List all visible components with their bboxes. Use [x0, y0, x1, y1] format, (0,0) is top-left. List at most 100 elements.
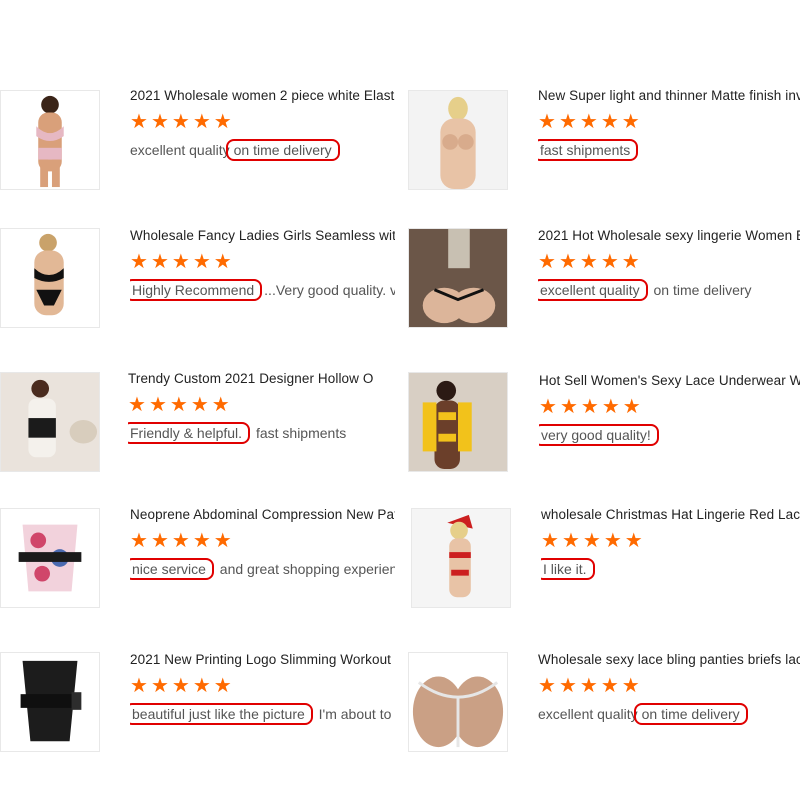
- star-rating: ★ ★ ★ ★ ★: [130, 676, 232, 696]
- star-icon: ★: [539, 396, 557, 418]
- review-info: 2021 Hot Wholesale sexy lingerie Women E…: [538, 228, 800, 328]
- star-icon: ★: [558, 111, 577, 133]
- review-card[interactable]: Hot Sell Women's Sexy Lace Underwear Wo ★…: [408, 372, 800, 482]
- review-suffix: ...Very good quality. very k: [264, 282, 395, 298]
- product-title[interactable]: 2021 Hot Wholesale sexy lingerie Women E: [538, 228, 800, 243]
- highlighted-review-phrase: on time delivery: [633, 703, 748, 725]
- review-info: Trendy Custom 2021 Designer Hollow O ★ ★ ★ ★…: [128, 372, 395, 471]
- highlighted-review-phrase: fast shipments: [538, 139, 639, 161]
- review-suffix: and great shopping experience: [215, 561, 395, 577]
- star-rating: ★ ★ ★ ★ ★: [538, 252, 640, 272]
- product-thumbnail-nude-adhesive-bra[interactable]: [408, 90, 508, 190]
- product-thumbnail-black-lace-lingerie[interactable]: [0, 228, 100, 328]
- review-card[interactable]: wholesale Christmas Hat Lingerie Red Lac…: [411, 508, 800, 618]
- star-icon: ★: [558, 251, 577, 273]
- review-card[interactable]: Wholesale sexy lace bling panties briefs…: [408, 652, 800, 762]
- product-title[interactable]: wholesale Christmas Hat Lingerie Red Lac: [541, 508, 800, 522]
- star-icon: ★: [190, 394, 209, 416]
- star-icon: ★: [128, 394, 146, 416]
- star-icon: ★: [213, 251, 232, 273]
- product-thumbnail-yellow-lace-set[interactable]: [408, 372, 508, 472]
- review-text: fast shipments: [538, 139, 800, 161]
- star-icon: ★: [538, 251, 556, 273]
- star-icon: ★: [130, 111, 148, 133]
- star-icon: ★: [579, 111, 598, 133]
- product-title[interactable]: Trendy Custom 2021 Designer Hollow O: [128, 372, 395, 386]
- star-icon: ★: [213, 530, 232, 552]
- star-icon: ★: [171, 111, 190, 133]
- star-icon: ★: [582, 530, 601, 552]
- highlighted-review-phrase: very good quality!: [539, 424, 659, 446]
- review-text: nice service and great shopping experien…: [130, 558, 395, 580]
- highlighted-review-phrase: beautiful just like the picture: [130, 703, 313, 725]
- review-card[interactable]: New Super light and thinner Matte finish…: [408, 90, 800, 200]
- star-icon: ★: [213, 675, 232, 697]
- review-info: 2021 Wholesale women 2 piece white Elast…: [130, 90, 395, 188]
- star-icon: ★: [150, 111, 169, 133]
- product-title[interactable]: Neoprene Abdominal Compression New Patte: [130, 508, 395, 522]
- star-icon: ★: [169, 394, 188, 416]
- review-card[interactable]: Trendy Custom 2021 Designer Hollow O ★ ★ ★ ★…: [0, 372, 395, 482]
- review-card[interactable]: Wholesale Fancy Ladies Girls Seamless wi…: [0, 228, 395, 338]
- star-icon: ★: [148, 394, 167, 416]
- star-rating: ★ ★ ★ ★ ★: [130, 112, 232, 132]
- star-icon: ★: [603, 530, 622, 552]
- star-icon: ★: [192, 111, 211, 133]
- star-icon: ★: [192, 675, 211, 697]
- product-title[interactable]: New Super light and thinner Matte finish…: [538, 90, 800, 103]
- review-text: Friendly & helpful. fast shipments: [128, 422, 395, 444]
- star-icon: ★: [561, 530, 580, 552]
- star-icon: ★: [150, 251, 169, 273]
- star-icon: ★: [601, 396, 620, 418]
- review-card[interactable]: 2021 New Printing Logo Slimming Workout …: [0, 652, 395, 762]
- product-thumbnail-rhinestone-thong[interactable]: [408, 652, 508, 752]
- highlighted-review-phrase: Highly Recommend: [130, 279, 263, 301]
- review-info: wholesale Christmas Hat Lingerie Red Lac…: [541, 508, 800, 607]
- highlighted-review-phrase: excellent quality: [538, 279, 648, 301]
- product-thumbnail-christmas-lingerie[interactable]: [411, 508, 511, 608]
- star-icon: ★: [624, 530, 643, 552]
- product-thumbnail-lace-thong-back[interactable]: [408, 228, 508, 328]
- star-icon: ★: [211, 394, 230, 416]
- star-icon: ★: [150, 675, 169, 697]
- star-icon: ★: [192, 251, 211, 273]
- review-text: excellent quality on time delivery: [130, 139, 395, 161]
- review-card[interactable]: 2021 Hot Wholesale sexy lingerie Women E…: [408, 228, 800, 338]
- product-thumbnail-plus-size-lingerie-pink[interactable]: [0, 90, 100, 190]
- star-icon: ★: [600, 111, 619, 133]
- star-rating: ★ ★ ★ ★ ★: [130, 252, 232, 272]
- product-title[interactable]: 2021 Wholesale women 2 piece white Elast…: [130, 90, 395, 103]
- review-suffix: fast shipments: [252, 425, 347, 441]
- star-rating: ★ ★ ★ ★ ★: [130, 531, 232, 551]
- product-title[interactable]: Wholesale Fancy Ladies Girls Seamless wi…: [130, 228, 395, 243]
- star-icon: ★: [150, 530, 169, 552]
- review-text: Highly Recommend...Very good quality. ve…: [130, 279, 395, 301]
- star-icon: ★: [559, 396, 578, 418]
- star-icon: ★: [130, 675, 148, 697]
- review-text: I like it.: [541, 558, 800, 580]
- review-card[interactable]: 2021 Wholesale women 2 piece white Elast…: [0, 90, 395, 200]
- star-icon: ★: [541, 530, 559, 552]
- star-icon: ★: [213, 111, 232, 133]
- star-icon: ★: [579, 251, 598, 273]
- product-title[interactable]: Hot Sell Women's Sexy Lace Underwear Wo: [539, 373, 800, 388]
- product-thumbnail-floral-waist-trainer[interactable]: [0, 508, 100, 608]
- product-title[interactable]: 2021 New Printing Logo Slimming Workout …: [130, 652, 395, 667]
- star-icon: ★: [192, 530, 211, 552]
- star-rating: ★ ★ ★ ★ ★: [538, 112, 640, 132]
- product-title[interactable]: Wholesale sexy lace bling panties briefs…: [538, 652, 800, 667]
- star-icon: ★: [171, 530, 190, 552]
- highlighted-review-phrase: Friendly & helpful.: [128, 422, 251, 444]
- product-thumbnail-corset-waist-belt[interactable]: [0, 372, 100, 472]
- review-suffix: I'm about to orde: [318, 706, 395, 722]
- review-suffix: on time delivery: [649, 282, 752, 298]
- product-thumbnail-black-waist-trainer[interactable]: [0, 652, 100, 752]
- star-icon: ★: [171, 675, 190, 697]
- star-rating: ★ ★ ★ ★ ★: [541, 531, 643, 551]
- star-rating: ★ ★ ★ ★ ★: [539, 397, 641, 417]
- highlighted-review-phrase: nice service: [130, 558, 214, 580]
- review-card[interactable]: Neoprene Abdominal Compression New Patte…: [0, 508, 395, 618]
- review-info: Hot Sell Women's Sexy Lace Underwear Wo ★…: [539, 373, 800, 473]
- review-text: very good quality!: [539, 424, 800, 446]
- review-text: excellent quality on time delivery: [538, 703, 800, 725]
